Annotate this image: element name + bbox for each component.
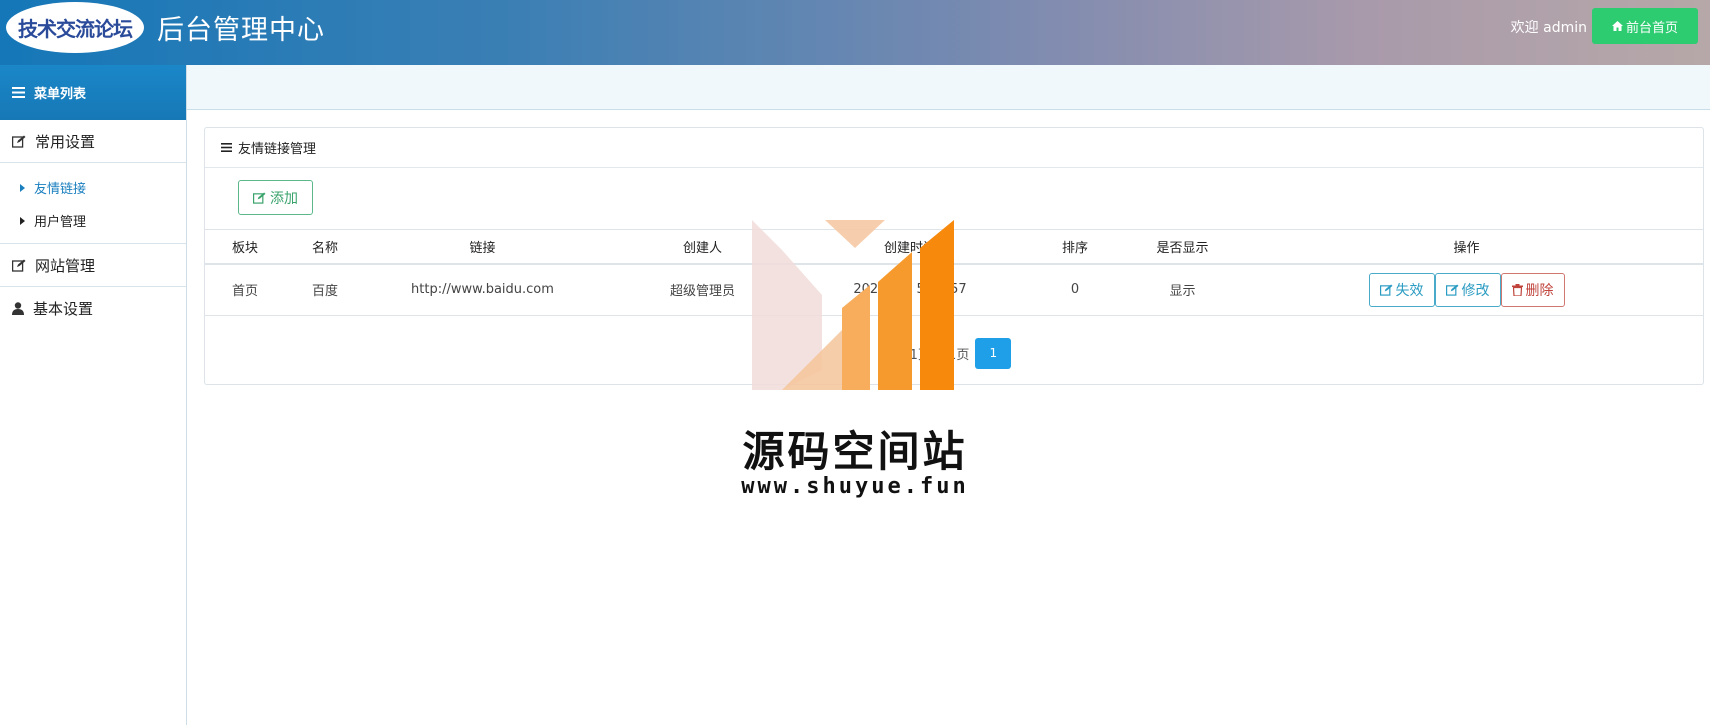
sidebar-sublist: 友情链接 用户管理 — [0, 163, 186, 244]
sidebar-item-friend-links[interactable]: 友情链接 — [0, 171, 186, 204]
panel-header: 友情链接管理 — [205, 128, 1703, 168]
column-header: 板块 — [205, 229, 285, 265]
home-icon — [1611, 21, 1623, 31]
caret-right-icon — [20, 216, 25, 225]
site-logo[interactable]: 技术交流论坛 — [6, 2, 144, 53]
watermark-url: www.shuyue.fun — [741, 474, 969, 499]
sidebar-item-label: 用户管理 — [34, 215, 87, 230]
column-header: 链接 — [365, 229, 600, 265]
column-header: 操作 — [1230, 229, 1703, 265]
cell-visible: 显示 — [1135, 263, 1230, 316]
delete-button[interactable]: 删除 — [1500, 272, 1565, 307]
edit-button[interactable]: 修改 — [1434, 272, 1501, 307]
sidebar-group-label: 网站管理 — [35, 256, 96, 275]
sidebar-item-user-management[interactable]: 用户管理 — [0, 204, 186, 237]
sidebar-item-label: 友情链接 — [34, 182, 87, 197]
add-button-label: 添加 — [270, 190, 298, 207]
user-icon — [12, 302, 24, 315]
edit-button-label: 修改 — [1461, 282, 1490, 299]
home-button-label: 前台首页 — [1625, 20, 1678, 36]
column-header: 是否显示 — [1135, 229, 1230, 265]
watermark-logo — [752, 220, 954, 390]
sidebar-group-site-management[interactable]: 网站管理 — [0, 244, 186, 287]
welcome-text: 欢迎 admin — [1510, 20, 1587, 36]
sidebar-group-label: 常用设置 — [35, 132, 96, 151]
expire-button-label: 失效 — [1395, 282, 1424, 299]
sidebar-heading-label: 菜单列表 — [34, 87, 87, 102]
top-header: 技术交流论坛 后台管理中心 欢迎 admin 前台首页 — [0, 0, 1710, 65]
edit-icon — [12, 259, 26, 272]
sidebar-group-basic-settings[interactable]: 基本设置 — [0, 287, 186, 330]
sidebar-group-label: 基本设置 — [33, 300, 94, 318]
menu-icon — [12, 87, 25, 98]
column-header: 排序 — [1015, 229, 1135, 265]
cell-name: 百度 — [285, 263, 365, 316]
content-topbar — [187, 65, 1710, 110]
cell-actions: 失效 修改 删除 — [1230, 263, 1703, 316]
page-button-current[interactable]: 1 — [975, 337, 1012, 369]
frontend-home-button[interactable]: 前台首页 — [1592, 8, 1698, 44]
cell-section: 首页 — [205, 263, 285, 316]
cell-url: http://www.baidu.com — [365, 263, 600, 316]
column-header: 名称 — [285, 229, 365, 265]
panel-title: 友情链接管理 — [238, 142, 317, 157]
list-icon — [221, 143, 232, 152]
edit-icon — [253, 191, 266, 204]
sidebar-group-common-settings[interactable]: 常用设置 — [0, 120, 186, 163]
edit-icon — [1379, 284, 1392, 296]
edit-icon — [1445, 284, 1458, 296]
caret-right-icon — [20, 183, 25, 192]
trash-icon — [1511, 283, 1523, 296]
watermark-title: 源码空间站 — [742, 427, 968, 476]
sidebar: 菜单列表 常用设置 友情链接 用户管理 网站管理 基本设置 — [0, 65, 187, 725]
row-actions: 失效 修改 删除 — [1230, 272, 1703, 307]
cell-order: 0 — [1015, 263, 1135, 316]
app-title: 后台管理中心 — [157, 15, 325, 46]
add-button[interactable]: 添加 — [238, 180, 313, 215]
sidebar-heading: 菜单列表 — [0, 65, 186, 120]
expire-button[interactable]: 失效 — [1368, 272, 1435, 307]
delete-button-label: 删除 — [1525, 282, 1554, 299]
edit-icon — [12, 135, 26, 148]
